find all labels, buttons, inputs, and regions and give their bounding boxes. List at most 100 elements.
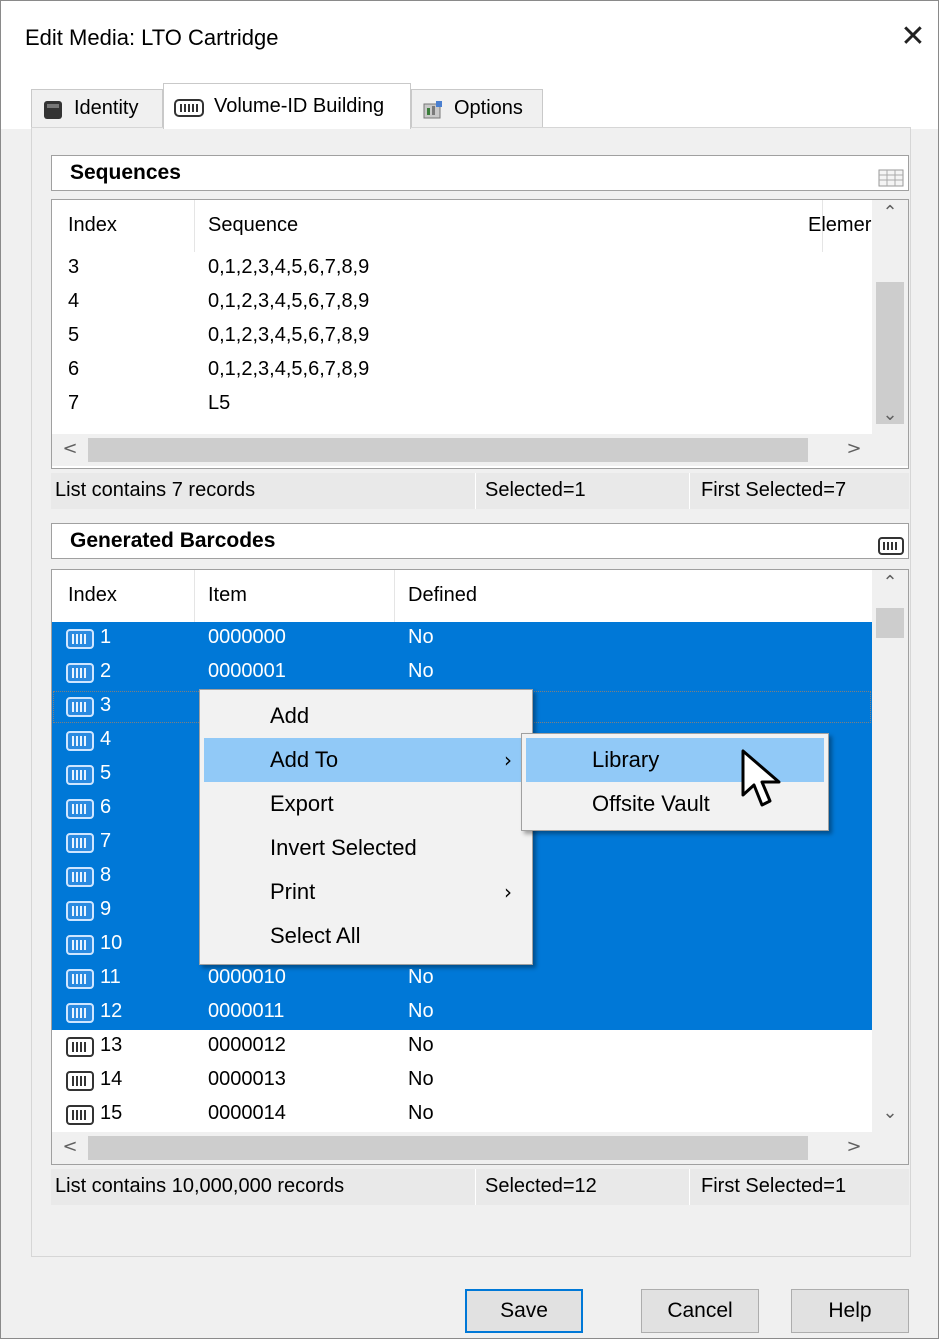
scroll-up-arrow[interactable]: ⌃ xyxy=(872,572,908,593)
row-index: 12 xyxy=(100,1000,123,1022)
status-divider xyxy=(689,1169,690,1205)
table-row[interactable]: 2 0000001 No xyxy=(52,656,872,690)
row-item: 0000000 xyxy=(208,626,286,648)
table-row[interactable]: 1 0000000 No xyxy=(52,622,872,656)
sequences-vertical-scrollbar[interactable]: ⌃ ⌄ xyxy=(872,200,908,434)
barcodes-horizontal-scrollbar[interactable]: < > xyxy=(52,1132,908,1164)
row-index: 6 xyxy=(68,358,80,380)
scroll-right-arrow[interactable]: > xyxy=(836,1136,872,1157)
help-button[interactable]: Help xyxy=(791,1289,909,1333)
scroll-thumb[interactable] xyxy=(876,282,904,424)
barcode-icon xyxy=(66,901,94,921)
barcode-icon xyxy=(66,765,94,785)
row-defined: No xyxy=(408,1102,434,1124)
row-index: 7 xyxy=(100,830,112,852)
barcode-icon xyxy=(174,98,204,117)
table-row[interactable]: 13 0000012 No xyxy=(52,1030,872,1064)
menu-item-label: Add To xyxy=(270,747,339,772)
scroll-thumb[interactable] xyxy=(88,1136,808,1160)
table-row[interactable]: 11 0000010 No xyxy=(52,962,872,996)
menu-item-add[interactable]: Add xyxy=(204,694,528,738)
sequences-title: Sequences xyxy=(70,161,181,184)
barcodes-vertical-scrollbar[interactable]: ⌃ ⌄ xyxy=(872,570,908,1132)
column-separator[interactable] xyxy=(194,200,195,252)
row-sequence: L5 xyxy=(208,392,231,414)
row-index: 3 xyxy=(68,256,80,278)
barcode-icon xyxy=(66,1003,94,1023)
scroll-left-arrow[interactable]: < xyxy=(52,438,88,459)
tab-label: Volume-ID Building xyxy=(214,95,385,117)
menu-item-label: Offsite Vault xyxy=(592,791,710,816)
menu-item-export[interactable]: Export xyxy=(204,782,528,826)
scroll-thumb[interactable] xyxy=(88,438,808,462)
menu-item-label: Print xyxy=(270,879,316,904)
tab-options[interactable]: Options xyxy=(411,89,543,127)
record-count: List contains 7 records xyxy=(55,479,256,501)
menu-item-label: Export xyxy=(270,791,334,816)
options-icon xyxy=(422,100,444,118)
table-row[interactable]: 4 0,1,2,3,4,5,6,7,8,9 xyxy=(52,286,872,320)
table-row[interactable]: 15 0000014 No xyxy=(52,1098,872,1132)
scroll-down-arrow[interactable]: ⌄ xyxy=(872,1102,908,1123)
column-header-defined[interactable]: Defined xyxy=(408,584,477,607)
scroll-left-arrow[interactable]: < xyxy=(52,1136,88,1157)
row-defined: No xyxy=(408,1034,434,1056)
row-item: 0000014 xyxy=(208,1102,286,1124)
tab-volume-id-building[interactable]: Volume-ID Building xyxy=(163,83,411,129)
cartridge-icon xyxy=(42,100,64,119)
scroll-down-arrow[interactable]: ⌄ xyxy=(872,404,908,425)
barcode-icon xyxy=(66,1037,94,1057)
column-separator[interactable] xyxy=(194,570,195,622)
menu-item-label: Library xyxy=(592,747,660,772)
sequences-list[interactable]: Index Sequence Elemer 3 0,1,2,3,4,5,6,7,… xyxy=(51,199,909,469)
generated-barcodes-header: Generated Barcodes xyxy=(51,523,909,559)
edit-media-dialog: Edit Media: LTO Cartridge ✕ Identity Vol… xyxy=(0,0,939,1339)
scroll-up-arrow[interactable]: ⌃ xyxy=(872,202,908,223)
menu-item-add-to[interactable]: Add To › xyxy=(204,738,528,782)
column-header-item[interactable]: Item xyxy=(208,584,247,607)
column-separator[interactable] xyxy=(394,570,395,622)
row-index: 7 xyxy=(68,392,80,414)
table-row[interactable]: 7 L5 xyxy=(52,388,872,422)
table-row[interactable]: 6 0,1,2,3,4,5,6,7,8,9 xyxy=(52,354,872,388)
cancel-button[interactable]: Cancel xyxy=(641,1289,759,1333)
sequences-status-bar: List contains 7 records Selected=1 First… xyxy=(51,473,909,509)
row-index: 15 xyxy=(100,1102,123,1124)
row-index: 11 xyxy=(100,966,121,988)
first-selected: First Selected=7 xyxy=(701,479,847,501)
row-sequence: 0,1,2,3,4,5,6,7,8,9 xyxy=(208,256,370,278)
row-sequence: 0,1,2,3,4,5,6,7,8,9 xyxy=(208,358,370,380)
barcode-icon xyxy=(66,799,94,819)
menu-item-select-all[interactable]: Select All xyxy=(204,914,528,958)
row-index: 14 xyxy=(100,1068,123,1090)
row-index: 4 xyxy=(68,290,80,312)
sequences-horizontal-scrollbar[interactable]: < > xyxy=(52,434,908,466)
column-header-index[interactable]: Index xyxy=(68,214,117,237)
row-item: 0000012 xyxy=(208,1034,286,1056)
menu-item-invert-selected[interactable]: Invert Selected xyxy=(204,826,528,870)
row-index: 2 xyxy=(100,660,112,682)
scroll-thumb[interactable] xyxy=(876,608,904,638)
row-item: 0000013 xyxy=(208,1068,286,1090)
barcode-icon xyxy=(66,833,94,853)
row-index: 13 xyxy=(100,1034,123,1056)
column-header-index[interactable]: Index xyxy=(68,584,117,607)
record-count: List contains 10,000,000 records xyxy=(55,1175,345,1197)
table-row[interactable]: 5 0,1,2,3,4,5,6,7,8,9 xyxy=(52,320,872,354)
menu-item-label: Invert Selected xyxy=(270,835,417,860)
table-row[interactable]: 3 0,1,2,3,4,5,6,7,8,9 xyxy=(52,252,872,286)
scroll-right-arrow[interactable]: > xyxy=(836,438,872,459)
close-button[interactable]: ✕ xyxy=(893,17,933,57)
dialog-title: Edit Media: LTO Cartridge xyxy=(25,25,279,50)
status-divider xyxy=(689,473,690,509)
tab-identity[interactable]: Identity xyxy=(31,89,163,127)
generated-barcodes-title: Generated Barcodes xyxy=(70,529,276,552)
row-index: 1 xyxy=(100,626,112,648)
barcode-icon xyxy=(66,867,94,887)
column-header-elements[interactable]: Elemer xyxy=(808,214,874,237)
table-row[interactable]: 12 0000011 No xyxy=(52,996,872,1030)
save-button[interactable]: Save xyxy=(465,1289,583,1333)
table-row[interactable]: 14 0000013 No xyxy=(52,1064,872,1098)
column-header-sequence[interactable]: Sequence xyxy=(208,214,298,237)
menu-item-print[interactable]: Print › xyxy=(204,870,528,914)
